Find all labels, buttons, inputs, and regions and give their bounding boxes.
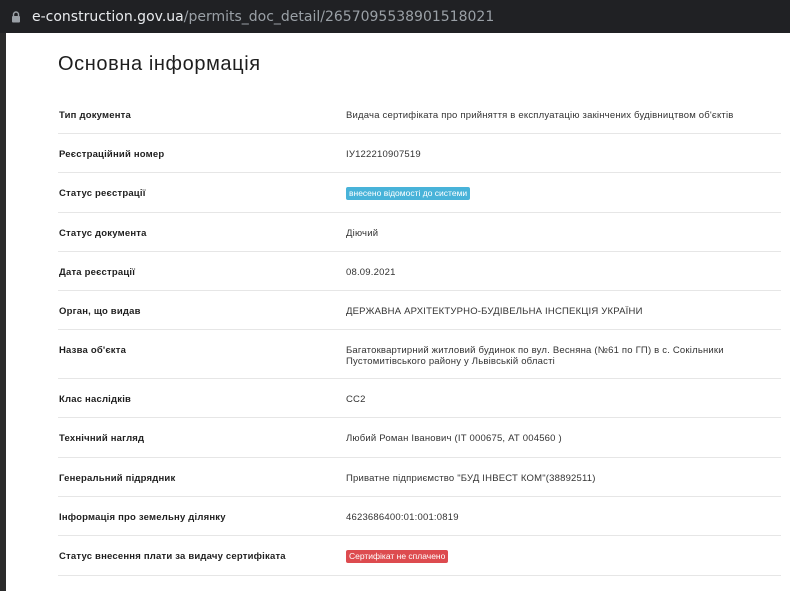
- table-row: Статус внесення плати за видачу сертифік…: [58, 536, 781, 576]
- row-label: Назва об'єкта: [59, 345, 127, 356]
- page-title: Основна інформація: [58, 53, 261, 75]
- row-value: СС2: [346, 394, 366, 405]
- table-row: Реєстраційний номер ІУ122210907519: [58, 134, 781, 173]
- row-label: Технічний нагляд: [59, 433, 145, 444]
- table-row: Орган, що видав ДЕРЖАВНА АРХІТЕКТУРНО-БУД…: [58, 291, 781, 330]
- row-label: Дата реєстрації: [59, 267, 136, 278]
- row-value: ІУ122210907519: [346, 149, 421, 160]
- row-label: Інформація про земельну ділянку: [59, 512, 226, 523]
- row-label: Статус внесення плати за видачу сертифік…: [59, 551, 286, 562]
- row-label: Орган, що видав: [59, 306, 141, 317]
- row-value: Видача сертифіката про прийняття в експл…: [346, 110, 734, 121]
- table-row: Генеральний підрядник Приватне підприємст…: [58, 458, 781, 497]
- url-text[interactable]: e-construction.gov.ua/permits_doc_detail…: [32, 9, 494, 25]
- row-label: Реєстраційний номер: [59, 149, 165, 160]
- url-host: e-construction.gov.ua: [32, 8, 184, 25]
- table-row: Статус документа Діючий: [58, 213, 781, 252]
- table-row: Дата реєстрації 08.09.2021: [58, 252, 781, 291]
- row-value: Любий Роман Іванович (ІТ 000675, АТ 0045…: [346, 433, 562, 444]
- row-label: Статус документа: [59, 228, 147, 239]
- row-value: Приватне підприємство "БУД ІНВЕСТ КОМ"(3…: [346, 473, 596, 484]
- row-value: Багатоквартирний житловий будинок по вул…: [346, 345, 724, 367]
- row-value: 08.09.2021: [346, 267, 396, 278]
- info-table: Тип документа Видача сертифіката про прий…: [58, 95, 781, 576]
- table-row: Тип документа Видача сертифіката про прий…: [58, 95, 781, 134]
- row-label: Генеральний підрядник: [59, 473, 176, 484]
- address-bar[interactable]: e-construction.gov.ua/permits_doc_detail…: [0, 0, 790, 33]
- url-path: /permits_doc_detail/2657095538901518021: [183, 8, 495, 25]
- row-label: Статус реєстрації: [59, 188, 146, 199]
- table-row: Технічний нагляд Любий Роман Іванович (ІТ…: [58, 418, 781, 458]
- lock-icon[interactable]: [9, 10, 23, 24]
- page-content: Основна інформація Тип документа Видача с…: [6, 33, 790, 591]
- status-badge-unpaid: Сертифікат не сплачено: [346, 550, 449, 563]
- row-value: ДЕРЖАВНА АРХІТЕКТУРНО-БУДІВЕЛЬНА ІНСПЕКЦ…: [346, 306, 643, 317]
- table-row: Клас наслідків СС2: [58, 379, 781, 418]
- table-row: Статус реєстрації внесено відомості до си…: [58, 173, 781, 213]
- row-label: Клас наслідків: [59, 394, 132, 405]
- table-row: Назва об'єкта Багатоквартирний житловий б…: [58, 330, 781, 379]
- row-value: 4623686400:01:001:0819: [346, 512, 459, 523]
- table-row: Інформація про земельну ділянку 462368640…: [58, 497, 781, 536]
- row-label: Тип документа: [59, 110, 131, 121]
- status-badge-registered: внесено відомості до системи: [346, 187, 471, 200]
- row-value: Діючий: [346, 228, 379, 239]
